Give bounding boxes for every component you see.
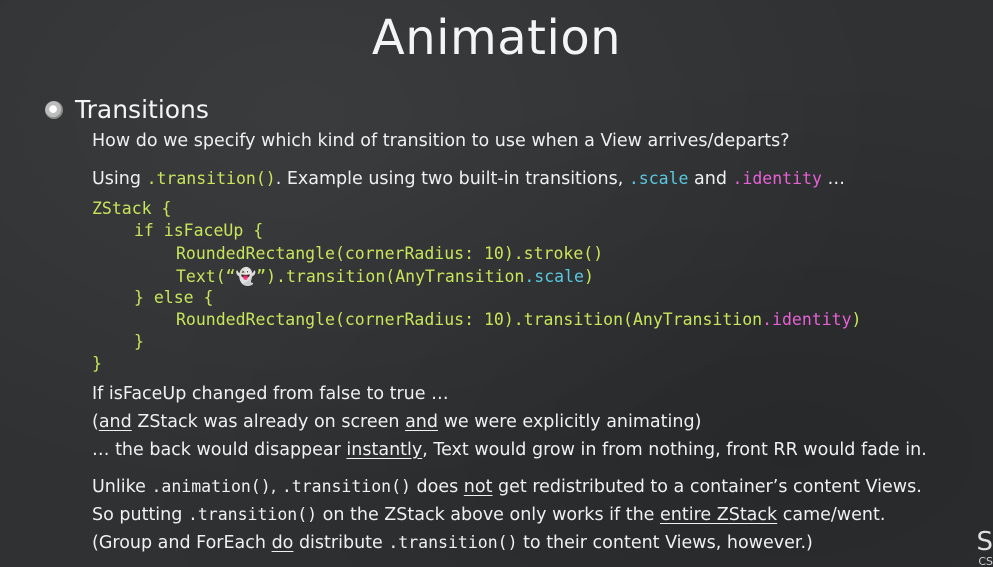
- para2-a3: ,: [270, 477, 282, 497]
- para2-line-2: So putting .transition() on the ZStack a…: [92, 505, 885, 525]
- para1-line-2: (and ZStack was already on screen and we…: [92, 412, 702, 432]
- code-line-6c: ): [851, 310, 862, 329]
- para2-c-transition: .transition(): [388, 533, 518, 552]
- para2-not: not: [463, 477, 493, 497]
- code-line-4b: .scale: [524, 267, 584, 286]
- question-line: How do we specify which kind of transiti…: [92, 131, 790, 151]
- para1-line-1: If isFaceUp changed from false to true …: [92, 384, 449, 404]
- code-line-1: ZStack {: [92, 199, 172, 218]
- para2-a5: does: [410, 477, 464, 497]
- slide-title: Animation: [371, 10, 622, 66]
- para1-and-2: and: [405, 412, 438, 432]
- para2-c5: to their content Views, however.): [517, 533, 813, 553]
- code-line-6b: .identity: [762, 310, 852, 329]
- para1-end: we were explicitly animating): [438, 412, 702, 432]
- para2-line-1: Unlike .animation(), .transition() does …: [92, 477, 922, 497]
- para1-c1: … the back would disappear: [92, 440, 347, 460]
- using-and: and: [688, 169, 733, 189]
- para2-entire-zstack: entire ZStack: [660, 505, 778, 525]
- para2-do: do: [271, 533, 294, 553]
- bullet-transitions: Transitions: [45, 95, 209, 124]
- course-logo: S CS: [973, 529, 993, 567]
- para1-and-1: and: [98, 412, 132, 432]
- para2-b3: on the ZStack above only works if the: [317, 505, 660, 525]
- para2-a1: Unlike: [92, 477, 152, 497]
- para1-line-3: … the back would disappear instantly, Te…: [92, 440, 927, 460]
- code-line-4c: ): [583, 267, 594, 286]
- para1-mid: ZStack was already on screen: [131, 412, 406, 432]
- using-mid: . Example using two built-in transitions…: [275, 169, 629, 189]
- using-identity: .identity: [732, 169, 822, 188]
- using-prefix: Using: [92, 169, 147, 189]
- code-line-3: RoundedRectangle(cornerRadius: 10).strok…: [176, 244, 604, 263]
- code-line-8: }: [92, 354, 102, 373]
- code-line-7: }: [134, 332, 144, 351]
- logo-glyph-icon: S: [976, 529, 993, 557]
- para2-c3: distribute: [293, 533, 389, 553]
- bullet-label: Transitions: [75, 95, 209, 124]
- using-suffix: …: [821, 169, 845, 189]
- para2-line-3: (Group and ForEach do distribute .transi…: [92, 533, 813, 553]
- para1-instantly: instantly: [346, 440, 423, 460]
- code-line-6a: RoundedRectangle(cornerRadius: 10).trans…: [176, 310, 763, 329]
- code-line-4a: Text(“👻”).transition(AnyTransition: [176, 267, 525, 286]
- bullet-icon: [45, 100, 63, 119]
- code-line-5: } else {: [134, 288, 214, 307]
- para1-c3: , Text would grow in from nothing, front…: [422, 440, 927, 460]
- code-line-2: if isFaceUp {: [134, 221, 264, 240]
- code-line-6: RoundedRectangle(cornerRadius: 10).trans…: [176, 310, 861, 329]
- para2-b-transition: .transition(): [187, 505, 318, 524]
- para2-transition: .transition(): [281, 477, 411, 496]
- para2-b5: came/went.: [777, 505, 886, 525]
- para2-b1: So putting: [92, 505, 188, 525]
- para2-a7: get redistributed to a container’s conte…: [492, 477, 922, 497]
- para2-animation: .animation(): [151, 477, 271, 496]
- para2-c1: (Group and ForEach: [92, 533, 272, 553]
- using-scale: .scale: [628, 169, 689, 188]
- using-code: .transition(): [146, 169, 276, 188]
- using-line: Using .transition(). Example using two b…: [92, 169, 845, 189]
- code-line-4: Text(“👻”).transition(AnyTransition.scale…: [176, 267, 594, 287]
- slide: Animation Transitions How do we specify …: [0, 0, 993, 567]
